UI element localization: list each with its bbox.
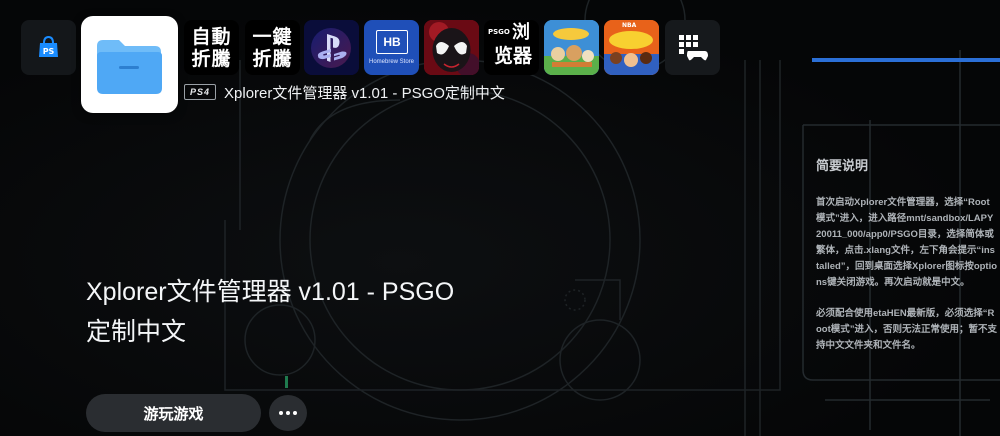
ps4-platform-badge: PS4 <box>184 84 217 100</box>
app-title-line2: 定制中文 <box>86 318 187 346</box>
spider-man-tile[interactable] <box>424 20 479 75</box>
svg-text:PS: PS <box>43 47 55 56</box>
nba-playgrounds-tile[interactable]: NBA <box>604 20 659 75</box>
nba-prefix: NBA <box>622 22 637 29</box>
sackboy-tile[interactable] <box>544 20 599 75</box>
library-grid-icon <box>679 35 708 61</box>
folder-icon <box>87 22 172 107</box>
app-title: Xplorer文件管理器 v1.01 - PSGO 定制中文 <box>86 272 526 352</box>
yijian-zheteng-tile[interactable]: 一鍵 折騰 <box>245 20 300 75</box>
tile-text-line1: 一鍵 <box>252 26 293 48</box>
psgo-browser-tile[interactable]: PSGO 浏 览器 <box>484 20 539 75</box>
tile-text-line1: 自動 <box>191 26 232 48</box>
tile-text-line1: 浏 <box>512 22 530 43</box>
ps5-home-screen: PS 自動 折騰 一鍵 折騰 HB Homebrew Store PSGO 浏 … <box>0 0 1000 436</box>
zidong-zheteng-tile[interactable]: 自動 折騰 <box>184 20 239 75</box>
game-art-icon <box>544 20 599 75</box>
play-game-button-label: 游玩游戏 <box>143 405 204 423</box>
tile-text-line2: 折騰 <box>252 48 293 70</box>
xplorer-tile-selected[interactable] <box>83 18 176 111</box>
more-dots-icon <box>278 411 299 415</box>
selected-app-subtitle: Xplorer文件管理器 v1.01 - PSGO定制中文 <box>224 84 505 102</box>
game-library-tile[interactable] <box>665 20 720 75</box>
homebrew-store-tile[interactable]: HB Homebrew Store <box>364 20 419 75</box>
selected-app-subtitle-row: PS4 Xplorer文件管理器 v1.01 - PSGO定制中文 <box>184 82 505 102</box>
accent-progress-bar <box>812 58 1000 62</box>
play-game-button[interactable]: 游玩游戏 <box>86 394 261 432</box>
tile-text-line2: 览器 <box>493 45 532 67</box>
more-options-button[interactable] <box>269 395 307 431</box>
description-heading: 简要说明 <box>816 158 869 173</box>
app-title-line1: Xplorer文件管理器 v1.01 - PSGO <box>86 278 455 306</box>
shopping-bag-icon: PS <box>39 35 58 57</box>
playstation-tile[interactable] <box>304 20 359 75</box>
psgo-prefix: PSGO <box>488 28 510 36</box>
spider-mask-icon <box>424 20 479 75</box>
description-body: 首次启动Xplorer文件管理器，选择“Root模式”进入，进入路径mnt/sa… <box>816 195 998 369</box>
description-paragraph-1: 首次启动Xplorer文件管理器，选择“Root模式”进入，进入路径mnt/sa… <box>816 197 998 288</box>
description-paragraph-2: 必须配合使用etaHEN最新版，必须选择“Root模式”进入，否则无法正常使用；… <box>816 308 998 351</box>
hb-badge: HB <box>376 30 408 54</box>
homebrew-store-caption: Homebrew Store <box>368 59 415 65</box>
ps-logo-icon <box>304 20 359 75</box>
tile-text-line2: 折騰 <box>191 48 232 70</box>
description-panel: 简要说明 首次启动Xplorer文件管理器，选择“Root模式”进入，进入路径m… <box>803 125 1000 425</box>
playstation-store-tile[interactable]: PS <box>21 20 76 75</box>
